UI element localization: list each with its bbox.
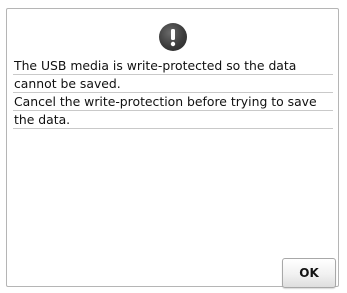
exclamation-glyph [170, 29, 176, 47]
screen: The USB media is write-protected so the … [0, 0, 347, 293]
message-line: cannot be saved. [13, 75, 333, 93]
ok-button[interactable]: OK [282, 258, 336, 288]
exclamation-icon [159, 23, 187, 51]
message-dialog: The USB media is write-protected so the … [6, 8, 339, 288]
message-line: Cancel the write-protection before tryin… [13, 93, 333, 111]
message-line: the data. [13, 111, 333, 129]
message-line: The USB media is write-protected so the … [13, 57, 333, 75]
message-text: The USB media is write-protected so the … [13, 57, 333, 129]
